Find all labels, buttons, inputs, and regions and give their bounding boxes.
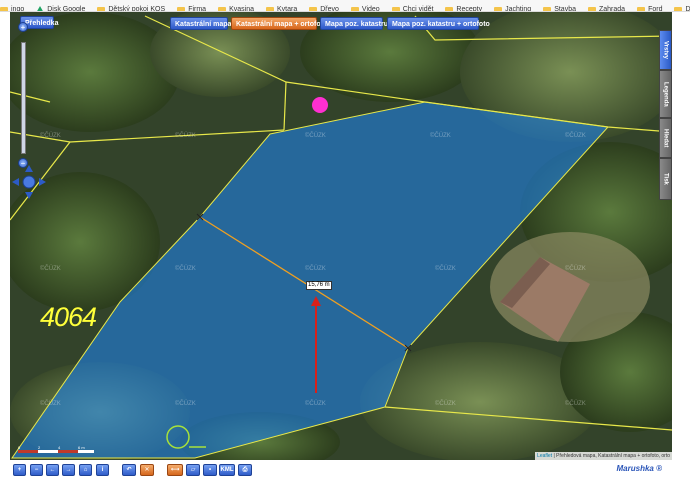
zoom-slider[interactable]	[21, 42, 26, 154]
bookmark-label: Kvasina	[229, 6, 254, 12]
side-tab-1[interactable]: Legenda	[659, 70, 672, 118]
bookmark-14[interactable]: Design	[674, 5, 690, 11]
bookmark-label: Chci vidět	[402, 6, 434, 12]
watermark-text: ©ČÚZK	[305, 400, 326, 407]
zoom-in-icon[interactable]: +	[18, 22, 28, 32]
folder-icon	[674, 7, 683, 11]
measurement-label: 15,76 m	[306, 281, 332, 290]
clear-icon[interactable]: ✕	[140, 464, 154, 476]
kml-icon[interactable]: KML	[219, 464, 235, 476]
brand-logo: Marushka ®	[616, 464, 662, 473]
side-tab-3[interactable]: Tisk	[659, 158, 672, 200]
bookmark-label: ingo	[11, 6, 25, 12]
watermark-text: ©ČÚZK	[40, 265, 61, 272]
watermark-text: ©ČÚZK	[565, 400, 586, 407]
attribution: Leaflet | Přehledová mapa, Katastrální m…	[535, 452, 672, 460]
bookmark-11[interactable]: Stavba	[543, 5, 576, 12]
bookmark-label: Design	[685, 5, 690, 11]
scale-label-2: 2	[38, 445, 41, 450]
bookmark-10[interactable]: Jachting	[494, 5, 532, 12]
scale-bar: 0 2 4 6 m	[18, 445, 94, 453]
map-view[interactable]: ©ČÚZK ©ČÚZK ©ČÚZK ©ČÚZK ©ČÚZK ©ČÚZK ©ČÚZK ©ČÚZK…	[10, 12, 672, 460]
pan-down-icon	[25, 192, 33, 199]
watermark-text: ©ČÚZK	[175, 400, 196, 407]
info-icon[interactable]: i	[96, 464, 109, 476]
scale-label-0: 0	[18, 445, 21, 450]
bookmark-0[interactable]: ingo	[0, 5, 25, 12]
layer-button-1[interactable]: Katastrální mapa + ortofoto	[231, 17, 327, 30]
location-marker[interactable]	[312, 97, 328, 113]
side-tab-0[interactable]: Vrstvy	[659, 30, 672, 70]
bookmark-label: Dětský pokoj KOS	[108, 6, 166, 12]
bookmark-8[interactable]: Chci vidět	[391, 5, 434, 12]
undo-icon[interactable]: ↶	[122, 464, 136, 476]
side-tab-2[interactable]: Hledat	[659, 118, 672, 158]
pan-right-icon	[39, 178, 46, 186]
bookmark-label: Dřevo	[320, 6, 339, 12]
watermark-text: ©ČÚZK	[565, 265, 586, 272]
layer-button-3[interactable]: Mapa poz. katastru + ortofoto	[387, 17, 490, 30]
layer-button-0[interactable]: Katastrální mapa	[170, 17, 231, 30]
pan-up-icon	[25, 165, 33, 172]
bookmarks-bar: ingo Disk Google Dětský pokoj KOS Firma Kvas…	[0, 0, 690, 12]
watermark-text: ©ČÚZK	[430, 132, 451, 139]
watermark-text: ©ČÚZK	[40, 132, 61, 139]
bookmark-label: Disk Google	[47, 5, 86, 12]
bookmark-label: Video	[361, 6, 380, 12]
bookmark-9[interactable]: Recepty	[445, 5, 483, 12]
watermark-text: ©ČÚZK	[565, 132, 586, 139]
bookmark-12[interactable]: Zahrada	[587, 5, 626, 12]
bookmark-4[interactable]: Kvasina	[218, 5, 254, 12]
bookmark-3[interactable]: Firma	[177, 5, 207, 12]
bookmark-7[interactable]: Video	[350, 5, 380, 12]
bookmark-2[interactable]: Dětský pokoj KOS	[97, 5, 166, 12]
watermark-text: ©ČÚZK	[435, 400, 456, 407]
watermark-text: ©ČÚZK	[305, 132, 326, 139]
print-icon[interactable]: ⎙	[238, 464, 252, 476]
watermark-text: ©ČÚZK	[175, 132, 196, 139]
leaflet-link[interactable]: Leaflet	[537, 453, 552, 459]
back-icon[interactable]: ←	[46, 464, 59, 476]
measure-icon[interactable]: ⟷	[167, 464, 183, 476]
bookmark-label: Jachting	[505, 6, 532, 12]
bookmark-label: Stavba	[554, 6, 576, 12]
zoom-control: + −	[16, 22, 30, 172]
zoom-in-icon[interactable]: +	[13, 464, 26, 476]
forward-icon[interactable]: →	[62, 464, 75, 476]
attribution-text: | Přehledová mapa, Katastrální mapa + or…	[553, 453, 670, 459]
bookmark-label: Zahrada	[598, 6, 626, 12]
aerial-photo: ©ČÚZK ©ČÚZK ©ČÚZK ©ČÚZK ©ČÚZK ©ČÚZK ©ČÚZK ©ČÚZK…	[10, 12, 672, 460]
pan-control[interactable]	[12, 165, 46, 199]
folder-icon	[0, 7, 8, 11]
bookmark-label: Firma	[188, 6, 207, 12]
watermark-text: ©ČÚZK	[435, 265, 456, 272]
bookmark-label: Recepty	[456, 6, 483, 12]
watermark-text: ©ČÚZK	[305, 265, 326, 272]
scale-label-4: 4	[58, 445, 61, 450]
layer-button-2[interactable]: Mapa poz. katastru	[320, 17, 388, 30]
home-icon[interactable]: ⌂	[79, 464, 92, 476]
watermark-text: ©ČÚZK	[40, 400, 61, 407]
area-icon[interactable]: ▱	[186, 464, 200, 476]
bookmark-label: Ford	[648, 6, 663, 12]
parcel-number-label: 4064	[40, 302, 97, 332]
bookmark-5[interactable]: Kytara	[265, 5, 298, 12]
bookmark-6[interactable]: Dřevo	[309, 5, 339, 12]
bookmark-label: Kytara	[276, 6, 298, 12]
point-icon[interactable]: •	[203, 464, 217, 476]
pan-left-icon	[12, 178, 19, 186]
watermark-text: ©ČÚZK	[175, 265, 196, 272]
zoom-out-icon[interactable]: −	[30, 464, 43, 476]
scale-label-6: 6 m	[78, 445, 85, 450]
bookmark-13[interactable]: Ford	[637, 5, 663, 12]
bookmark-1[interactable]: Disk Google	[36, 5, 86, 12]
